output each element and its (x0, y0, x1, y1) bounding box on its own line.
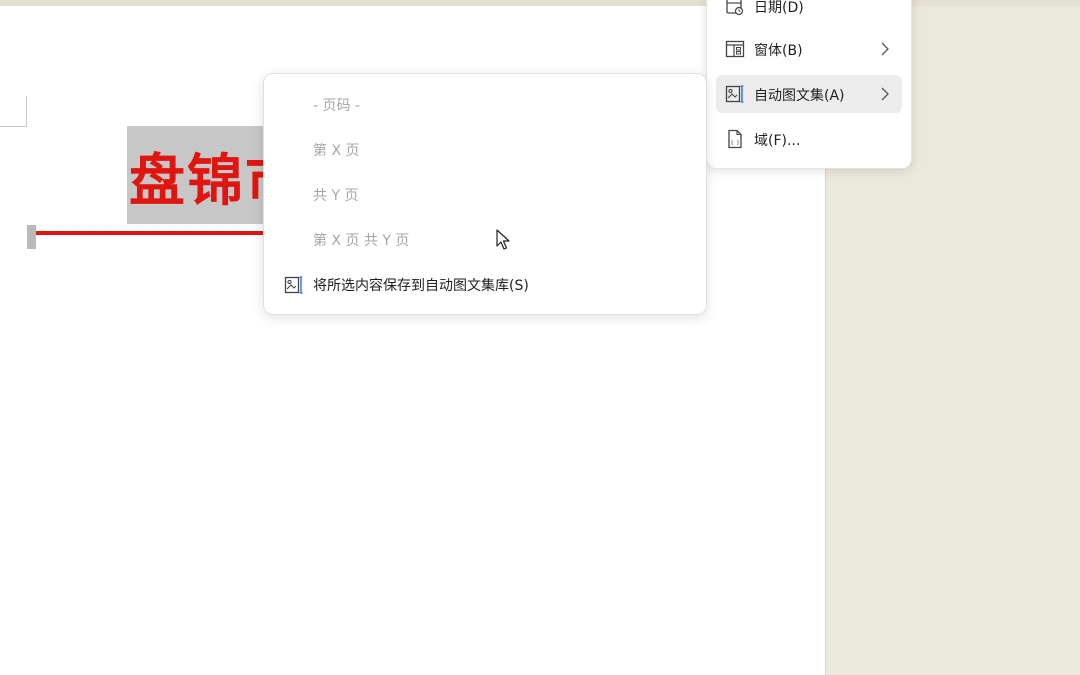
chevron-right-icon (881, 42, 889, 56)
menu-item-autotext-label: 自动图文集(A) (754, 88, 845, 104)
submenu-item-page-x[interactable]: 第 X 页 (272, 131, 698, 169)
menu-item-date-label: 日期(D) (754, 0, 804, 16)
menu-item-form-label: 窗体(B) (754, 43, 803, 59)
chevron-right-icon (881, 87, 889, 101)
submenu-item-save-to-gallery[interactable]: 将所选内容保存到自动图文集库(S) (272, 266, 698, 304)
submenu-item-page-x-label: 第 X 页 (313, 143, 360, 159)
menu-item-date[interactable]: 日期(D) (716, 0, 902, 25)
field-document-icon: { } (728, 129, 742, 149)
submenu-item-total-y[interactable]: 共 Y 页 (272, 176, 698, 214)
form-icon (725, 40, 745, 58)
margin-corner-marker (0, 96, 27, 127)
submenu-item-page-number-label: - 页码 - (313, 98, 361, 114)
red-header-line[interactable] (30, 231, 280, 235)
submenu-item-page-x-of-y-label: 第 X 页 共 Y 页 (313, 233, 410, 249)
autotext-submenu: - 页码 - 第 X 页 共 Y 页 第 X 页 共 Y 页 将所选内容保存到自… (263, 73, 707, 315)
insert-parts-menu: 日期(D) 窗体(B) 自动图文集(A) {} 域(F)... (706, 0, 912, 169)
menu-item-field-label: 域(F)... (754, 133, 801, 149)
submenu-item-page-number[interactable]: - 页码 - (272, 86, 698, 124)
calendar-clock-icon (726, 0, 744, 16)
mouse-pointer-icon (496, 229, 510, 250)
menu-item-field[interactable]: { } 域(F)... (716, 120, 902, 158)
submenu-item-save-to-gallery-label: 将所选内容保存到自动图文集库(S) (313, 278, 529, 294)
save-autotext-icon (284, 276, 303, 294)
submenu-item-page-x-of-y[interactable]: 第 X 页 共 Y 页 (272, 221, 698, 259)
autotext-icon (725, 85, 744, 103)
submenu-item-total-y-label: 共 Y 页 (313, 188, 359, 204)
svg-text:{ }: { } (731, 140, 740, 146)
menu-item-autotext[interactable]: 自动图文集(A) (716, 75, 902, 113)
menu-item-form[interactable]: 窗体(B) (716, 30, 902, 68)
line-selection-handle[interactable] (27, 225, 36, 249)
